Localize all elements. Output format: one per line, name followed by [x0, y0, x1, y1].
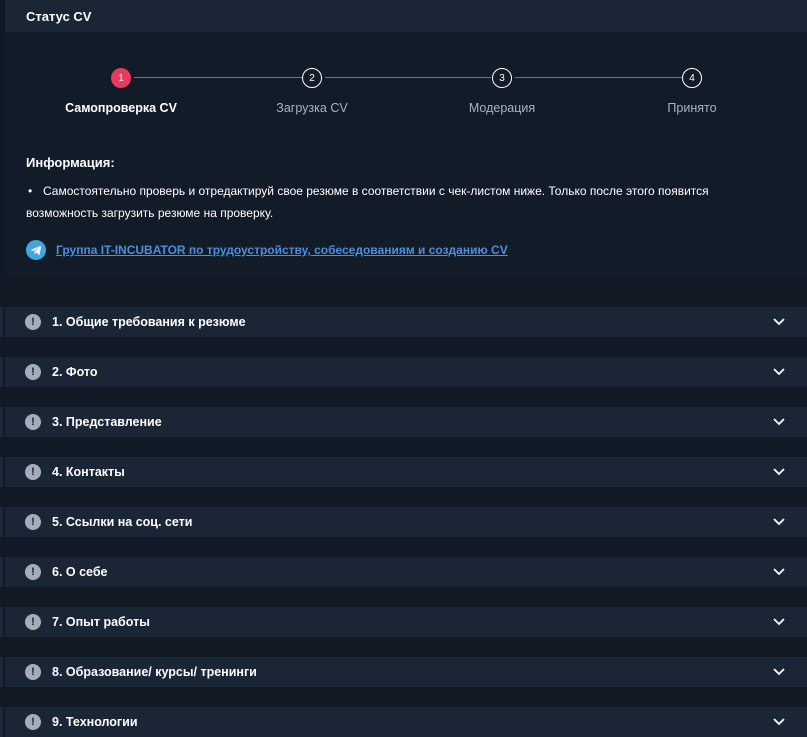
accordion-title: 6. О себе: [52, 565, 108, 579]
accordion-item-photo[interactable]: ! 2. Фото: [0, 357, 807, 387]
accordion-title: 2. Фото: [52, 365, 98, 379]
telegram-link-text[interactable]: Группа IT-INCUBATOR по трудоустройству, …: [56, 243, 508, 257]
chevron-down-icon[interactable]: [772, 567, 786, 577]
accordion-edge: [0, 457, 3, 487]
accordion-title: 8. Образование/ курсы/ тренинги: [52, 665, 257, 679]
info-bullet: • Самостоятельно проверь и отредактируй с…: [26, 180, 746, 224]
chevron-down-icon[interactable]: [772, 517, 786, 527]
accordion-edge: [0, 307, 3, 337]
chevron-down-icon[interactable]: [772, 317, 786, 327]
accordion-edge: [0, 557, 3, 587]
cv-stepper: 1 2 3 4 Самопроверка CV Загрузка CV Моде…: [5, 40, 807, 120]
accordion-title: 5. Ссылки на соц. сети: [52, 515, 193, 529]
info-title: Информация:: [26, 155, 115, 170]
warning-icon: !: [25, 514, 41, 530]
chevron-down-icon[interactable]: [772, 667, 786, 677]
info-line-1: Самостоятельно проверь и отредактируй св…: [43, 184, 709, 198]
accordion-edge: [0, 507, 3, 537]
status-header: Статус CV: [5, 0, 807, 32]
accordion-edge: [0, 607, 3, 637]
step-4-number: 4: [689, 72, 695, 84]
telegram-icon: [26, 240, 46, 260]
cv-status-card: Статус CV 1 2 3 4 Самопроверка CV Загруз…: [5, 0, 807, 277]
accordion-title: 7. Опыт работы: [52, 615, 150, 629]
warning-icon: !: [25, 564, 41, 580]
step-2-label: Загрузка CV: [276, 101, 348, 115]
chevron-down-icon[interactable]: [772, 417, 786, 427]
step-4-label: Принято: [667, 101, 717, 115]
info-line-2: возможность загрузить резюме на проверку…: [26, 206, 274, 220]
step-connector: [325, 77, 491, 78]
accordion-item-contacts[interactable]: ! 4. Контакты: [0, 457, 807, 487]
step-connector: [134, 77, 302, 78]
warning-icon: !: [25, 414, 41, 430]
step-3-label: Модерация: [468, 101, 536, 115]
step-2-circle: 2: [302, 68, 322, 88]
accordion-title: 1. Общие требования к резюме: [52, 315, 246, 329]
accordion-edge: [0, 657, 3, 687]
accordion-item-technologies[interactable]: ! 9. Технологии: [0, 707, 807, 737]
accordion-item-about[interactable]: ! 6. О себе: [0, 557, 807, 587]
warning-icon: !: [25, 614, 41, 630]
warning-icon: !: [25, 664, 41, 680]
warning-icon: !: [25, 714, 41, 730]
chevron-down-icon[interactable]: [772, 617, 786, 627]
step-3-number: 3: [499, 72, 505, 84]
warning-icon: !: [25, 314, 41, 330]
accordion-edge: [0, 407, 3, 437]
step-4-circle: 4: [682, 68, 702, 88]
warning-icon: !: [25, 464, 41, 480]
accordion-item-social-links[interactable]: ! 5. Ссылки на соц. сети: [0, 507, 807, 537]
accordion-item-general[interactable]: ! 1. Общие требования к резюме: [0, 307, 807, 337]
accordion-item-intro[interactable]: ! 3. Представление: [0, 407, 807, 437]
chevron-down-icon[interactable]: [772, 467, 786, 477]
step-1-label: Самопроверка CV: [65, 101, 177, 115]
telegram-group-link[interactable]: Группа IT-INCUBATOR по трудоустройству, …: [26, 240, 508, 260]
status-title: Статус CV: [26, 8, 92, 24]
chevron-down-icon[interactable]: [772, 717, 786, 727]
step-3-circle: 3: [492, 68, 512, 88]
step-2-number: 2: [309, 72, 315, 84]
accordion-edge: [0, 357, 3, 387]
warning-icon: !: [25, 364, 41, 380]
accordion-edge: [0, 707, 3, 737]
bullet-dot: •: [28, 184, 33, 198]
accordion-title: 3. Представление: [52, 415, 162, 429]
step-1-circle: 1: [111, 68, 131, 88]
step-1-number: 1: [118, 72, 124, 84]
chevron-down-icon[interactable]: [772, 367, 786, 377]
accordion-title: 9. Технологии: [52, 715, 138, 729]
accordion-title: 4. Контакты: [52, 465, 125, 479]
accordion-item-education[interactable]: ! 8. Образование/ курсы/ тренинги: [0, 657, 807, 687]
accordion-item-experience[interactable]: ! 7. Опыт работы: [0, 607, 807, 637]
step-connector: [515, 77, 682, 78]
